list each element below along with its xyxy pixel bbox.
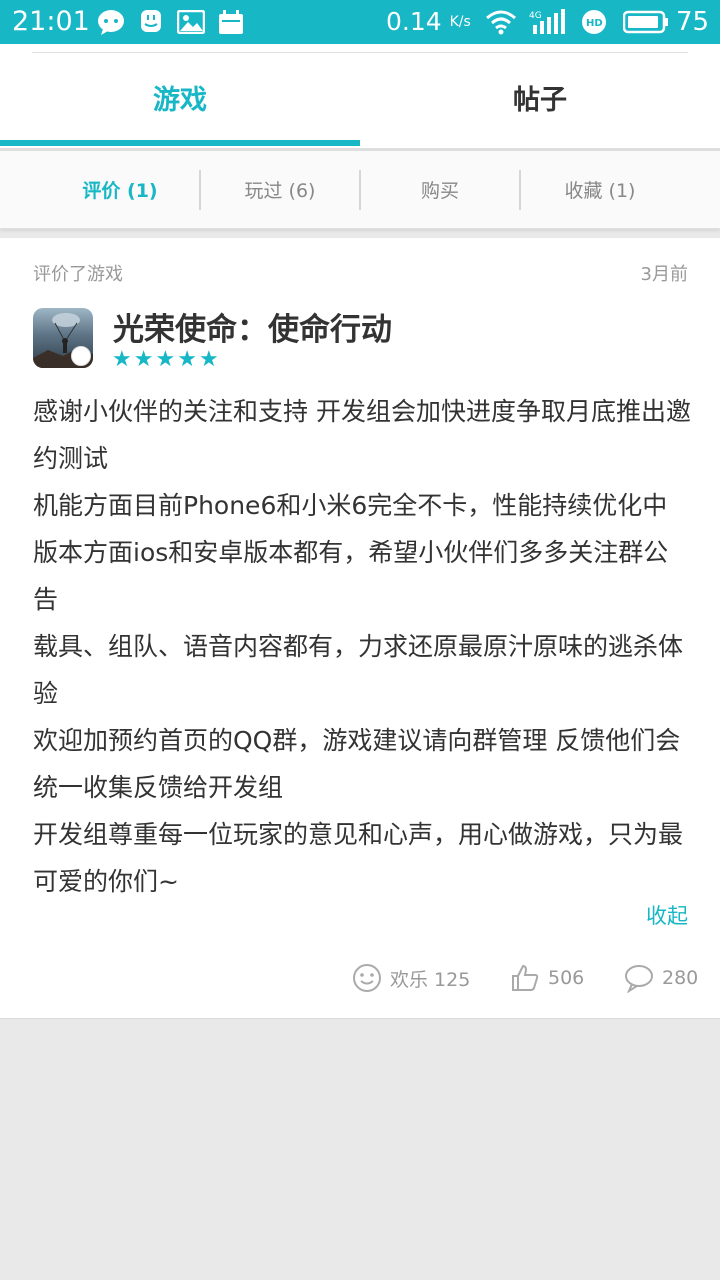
hd-icon: HD — [580, 8, 608, 36]
qq-icon — [137, 8, 165, 36]
status-time: 21:01 — [12, 6, 90, 37]
star-icon: ★ — [112, 347, 132, 372]
review-line: 机能方面目前Phone6和小米6完全不卡，性能持续优化中 — [33, 491, 668, 520]
star-icon: ★ — [155, 347, 176, 372]
calendar-icon — [217, 8, 245, 36]
comment-button[interactable]: 280 — [624, 960, 698, 996]
battery-icon — [622, 8, 670, 36]
subtab-played[interactable]: 玩过 (6) — [190, 151, 370, 228]
review-content: 感谢小伙伴的关注和支持 开发组会加快进度争取月底推出邀约测试 机能方面目前Pho… — [33, 388, 693, 905]
wifi-icon — [484, 8, 518, 36]
review-time: 3月前 — [640, 264, 688, 285]
fun-count: 欢乐 125 — [390, 968, 471, 991]
image-icon — [176, 8, 206, 36]
star-icon: ★ — [133, 347, 154, 372]
star-icon: ★ — [198, 347, 219, 372]
review-line: 版本方面ios和安卓版本都有，希望小伙伴们多多关注群公告 — [33, 538, 669, 614]
platform-badge-icon — [71, 346, 91, 366]
status-bar: 21:01 0.14 K/s 4G HD 75 — [0, 0, 720, 44]
star-icon: ★ — [177, 347, 197, 372]
fun-button[interactable]: 欢乐 125 — [352, 960, 470, 996]
subtab-favorites[interactable]: 收藏 (1) — [510, 151, 690, 228]
svg-text:4G: 4G — [529, 11, 542, 21]
game-title[interactable]: 光荣使命：使命行动 — [113, 304, 392, 349]
tab-posts[interactable]: 帖子 — [360, 44, 720, 150]
thumbs-up-icon — [512, 964, 539, 991]
subtab-purchased[interactable]: 购买 — [350, 151, 530, 228]
network-speed-unit: K/s — [449, 14, 471, 30]
review-action: 评价了游戏 — [33, 264, 123, 285]
battery-level: 75 — [676, 7, 710, 37]
main-tabs: 游戏 帖子 — [0, 44, 720, 150]
chat-bubble-icon — [96, 8, 126, 36]
smiley-icon — [353, 964, 381, 992]
like-button[interactable]: 506 — [510, 960, 584, 996]
network-speed: 0.14 K/s — [386, 6, 471, 38]
like-count: 506 — [548, 967, 585, 989]
network-speed-value: 0.14 — [386, 7, 442, 36]
review-line: 载具、组队、语音内容都有，力求还原最原汁原味的逃杀体验 — [33, 632, 684, 708]
comment-count: 280 — [662, 967, 699, 989]
sub-tabs: 评价 (1) 玩过 (6) 购买 收藏 (1) — [0, 151, 720, 229]
signal-4g-icon: 4G — [528, 8, 568, 36]
review-line: 欢迎加预约首页的QQ群，游戏建议请向群管理 反馈他们会统一收集反馈给开发组 — [33, 726, 681, 802]
svg-text:HD: HD — [586, 18, 603, 29]
subtab-reviews[interactable]: 评价 (1) — [30, 151, 210, 228]
review-line: 开发组尊重每一位玩家的意见和心声，用心做游戏，只为最可爱的你们~ — [33, 820, 684, 896]
tab-indicator — [0, 140, 360, 146]
tab-games[interactable]: 游戏 — [0, 44, 360, 150]
review-card: 评价了游戏 3月前 光荣使命：使命行动 ★ ★ ★ ★ ★ 感谢小伙伴的关注和支… — [0, 238, 720, 1019]
game-icon[interactable] — [33, 308, 93, 368]
comment-icon — [625, 965, 653, 993]
collapse-button[interactable]: 收起 — [646, 900, 688, 930]
review-line: 感谢小伙伴的关注和支持 开发组会加快进度争取月底推出邀约测试 — [33, 397, 691, 473]
star-rating: ★ ★ ★ ★ ★ — [112, 348, 219, 372]
